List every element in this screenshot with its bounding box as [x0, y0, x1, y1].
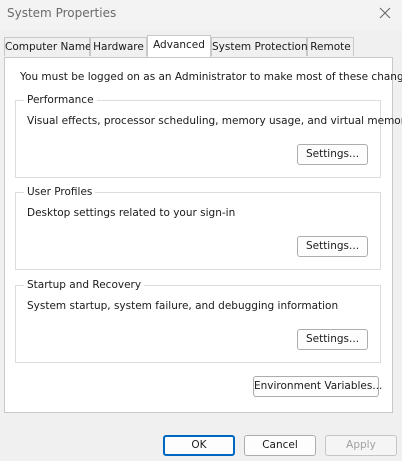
cancel-button[interactable]: Cancel — [244, 435, 316, 456]
tab-computer-name[interactable]: Computer Name — [4, 37, 92, 56]
startup-recovery-group: Startup and Recovery System startup, sys… — [15, 279, 381, 363]
ok-button[interactable]: OK — [163, 435, 235, 456]
close-icon — [379, 7, 391, 19]
tab-remote[interactable]: Remote — [307, 37, 354, 56]
apply-button[interactable]: Apply — [325, 435, 397, 456]
user-profiles-label: User Profiles — [24, 186, 96, 199]
admin-note: You must be logged on as an Administrato… — [20, 71, 402, 83]
advanced-tab-panel: You must be logged on as an Administrato… — [4, 57, 402, 413]
user-profiles-settings-button[interactable]: Settings... — [297, 236, 368, 257]
performance-settings-button[interactable]: Settings... — [297, 144, 368, 165]
startup-recovery-description: System startup, system failure, and debu… — [27, 300, 339, 312]
performance-description: Visual effects, processor scheduling, me… — [27, 115, 402, 127]
tab-hardware[interactable]: Hardware — [90, 37, 147, 56]
performance-group: Performance Visual effects, processor sc… — [15, 94, 402, 178]
close-button[interactable] — [372, 0, 398, 26]
startup-recovery-settings-button[interactable]: Settings... — [297, 329, 368, 350]
tab-advanced[interactable]: Advanced — [147, 35, 211, 57]
tab-strip: Computer Name Hardware Advanced System P… — [0, 35, 402, 57]
startup-recovery-label: Startup and Recovery — [24, 279, 145, 292]
environment-variables-button[interactable]: Environment Variables... — [253, 376, 382, 397]
performance-label: Performance — [24, 94, 97, 107]
tab-system-protection[interactable]: System Protection — [211, 37, 308, 56]
user-profiles-description: Desktop settings related to your sign-in — [27, 207, 236, 219]
user-profiles-group: User Profiles Desktop settings related t… — [15, 186, 381, 270]
window-title: System Properties — [7, 6, 117, 20]
system-properties-window: System Properties Computer Name Hardware… — [0, 0, 402, 461]
title-bar: System Properties — [0, 0, 402, 30]
